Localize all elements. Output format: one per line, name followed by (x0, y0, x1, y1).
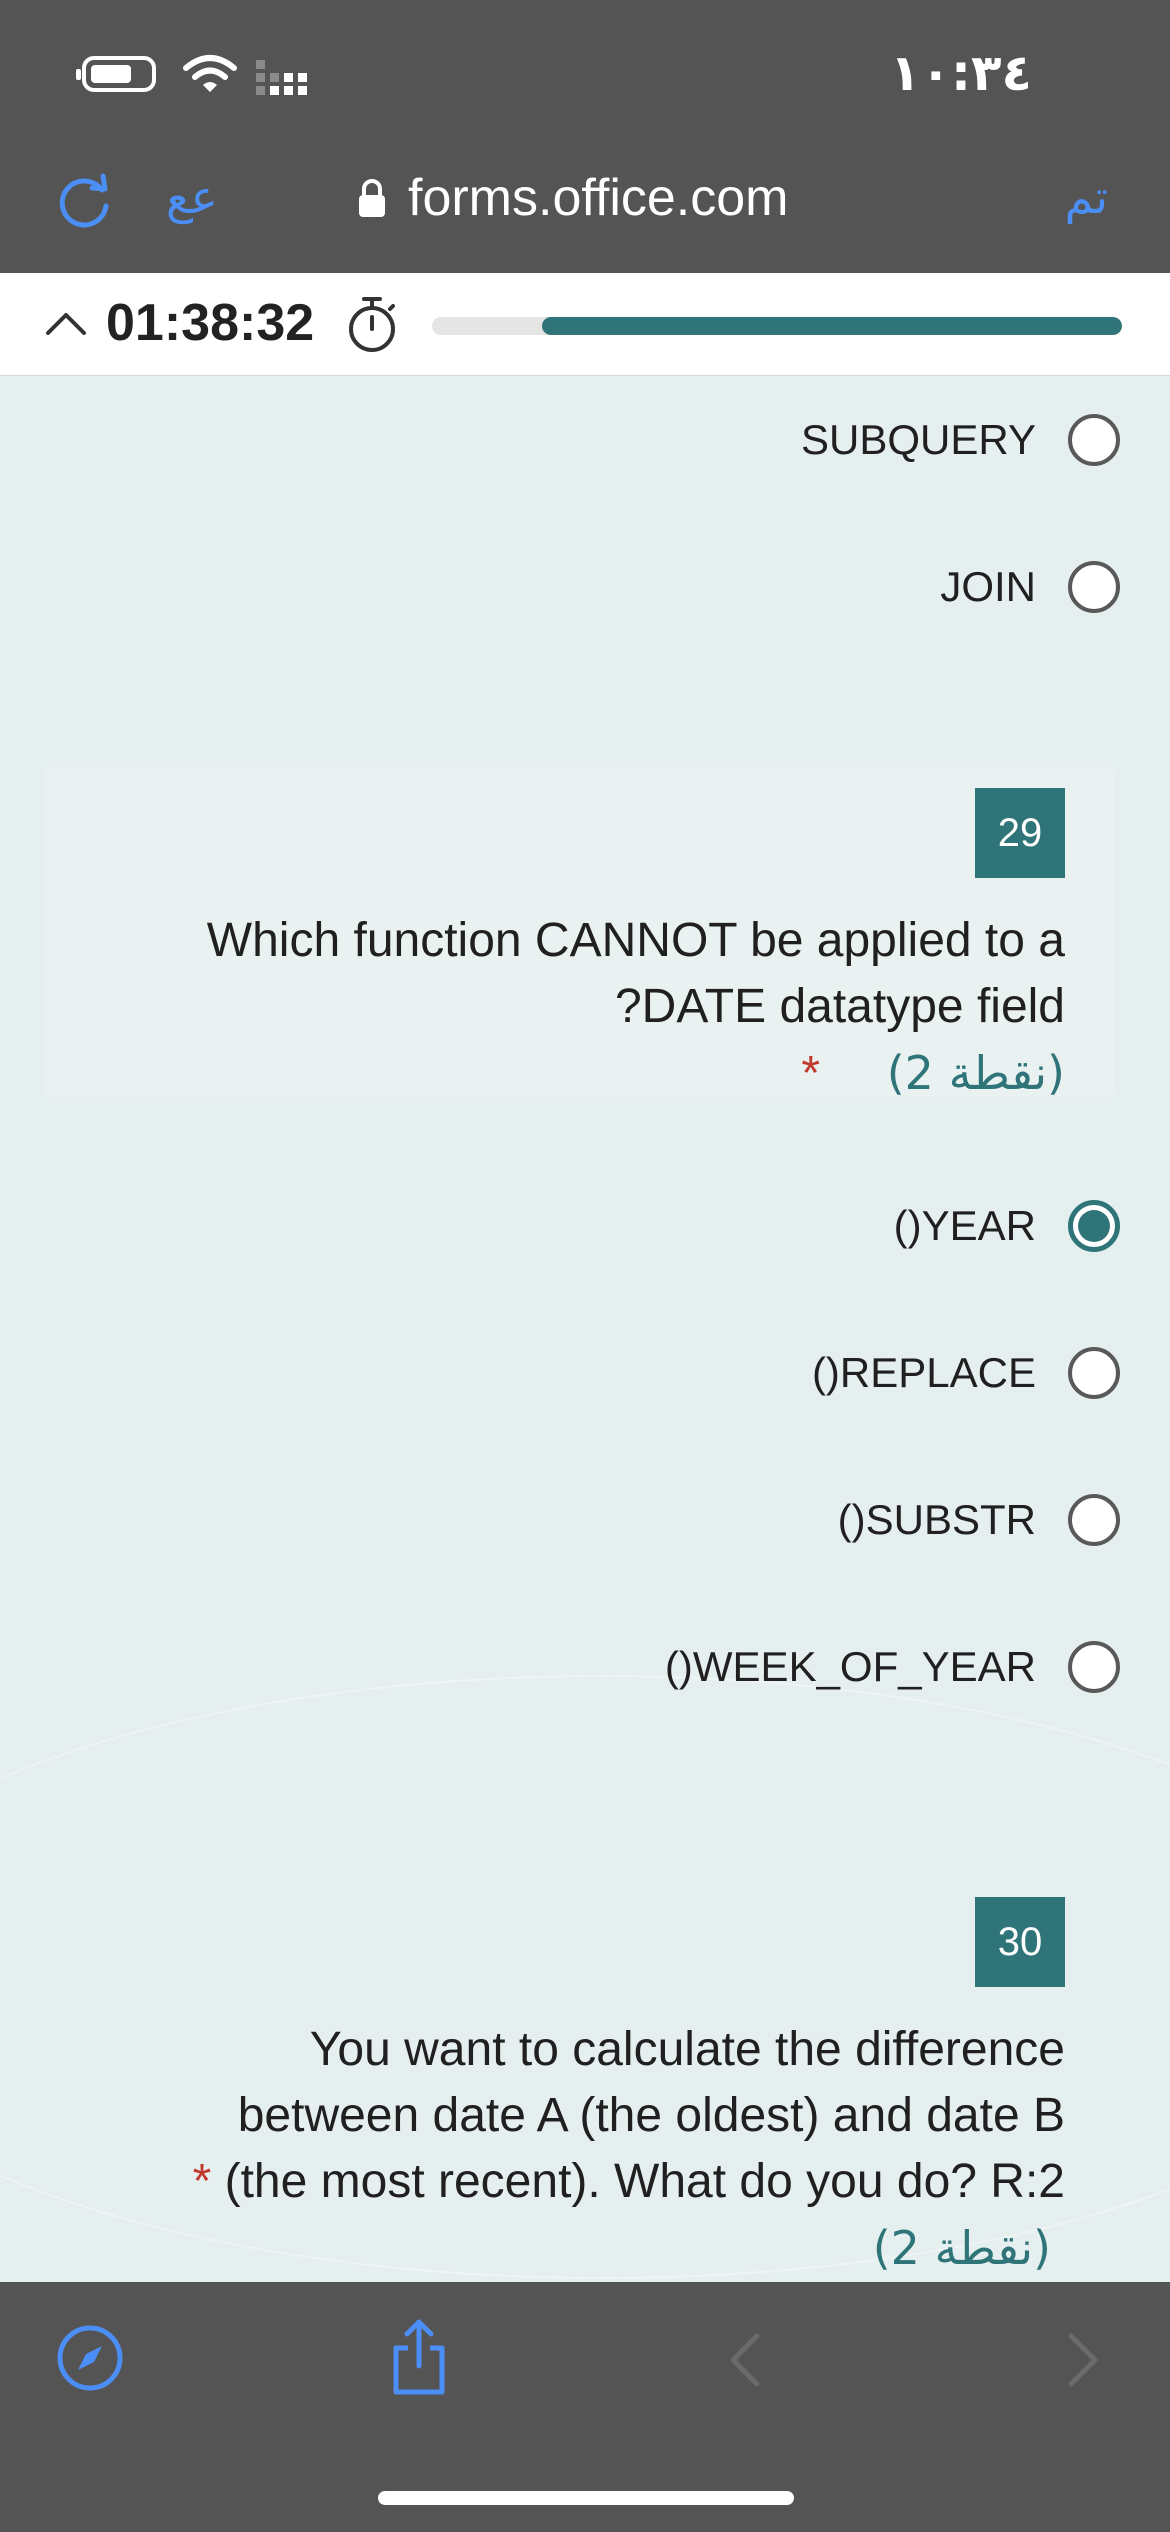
points-label: (2 نقطة) (886, 1046, 1065, 1100)
required-asterisk: * (192, 2155, 212, 2208)
compass-icon[interactable] (56, 2324, 124, 2392)
radio-button[interactable] (1068, 1641, 1120, 1693)
lock-icon (359, 179, 385, 217)
question-text-line: ?DATE datatype field (614, 980, 1065, 1033)
progress-bar-fill (542, 317, 1122, 335)
battery-icon (76, 56, 156, 92)
share-icon[interactable] (388, 2318, 450, 2396)
option-week-of-year[interactable]: ()WEEK_OF_YEAR (665, 1632, 1120, 1702)
points-label: (2 نقطة) (872, 2221, 1051, 2275)
reload-icon[interactable] (56, 172, 114, 230)
option-label: ()REPLACE (811, 1349, 1036, 1396)
option-label: ()WEEK_OF_YEAR (664, 1643, 1036, 1690)
option-label: SUBQUERY (801, 416, 1036, 463)
radio-button[interactable] (1068, 414, 1120, 466)
radio-button[interactable] (1068, 1494, 1120, 1546)
required-asterisk: * (801, 1047, 821, 1100)
option-year[interactable]: ()YEAR (894, 1191, 1120, 1261)
address-bar[interactable]: عع forms.office.com تم (0, 150, 1170, 250)
question-text-line: Which function CANNOT be applied to a (206, 914, 1065, 967)
text-size-button[interactable]: عع (166, 170, 218, 224)
radio-button-selected[interactable] (1068, 1200, 1120, 1252)
option-label: ()YEAR (893, 1202, 1036, 1249)
progress-bar (432, 317, 1122, 335)
option-replace[interactable]: ()REPLACE (812, 1338, 1120, 1408)
status-bar: ١٠:٣٤ (0, 0, 1170, 140)
radio-button[interactable] (1068, 561, 1120, 613)
wifi-icon (183, 55, 237, 92)
question-number: 29 (975, 788, 1065, 878)
forward-icon[interactable] (1063, 2330, 1103, 2390)
question-text-line: between date A (the oldest) and date B (237, 2089, 1065, 2142)
browser-chrome-top: ١٠:٣٤ عع forms.office.com تم (0, 0, 1170, 273)
home-indicator[interactable] (378, 2491, 794, 2505)
option-join[interactable]: JOIN (940, 552, 1120, 622)
option-label: ()SUBSTR (837, 1496, 1036, 1543)
status-time: ١٠:٣٤ (889, 44, 1032, 102)
done-button[interactable]: تم (1065, 170, 1108, 224)
question-text-line: You want to calculate the difference (309, 2023, 1065, 2076)
form-content: SUBQUERY JOIN 29 Which function CANNOT b… (0, 375, 1170, 2282)
radio-button[interactable] (1068, 1347, 1120, 1399)
option-subquery[interactable]: SUBQUERY (801, 405, 1120, 475)
timer-bar: 01:38:32 (0, 273, 1170, 376)
back-icon[interactable] (725, 2330, 765, 2390)
chevron-up-icon[interactable] (44, 307, 88, 337)
signal-icon (256, 60, 307, 95)
timer-text: 01:38:32 (106, 294, 315, 352)
url-text[interactable]: forms.office.com (408, 168, 788, 228)
option-label: JOIN (940, 563, 1036, 610)
option-substr[interactable]: ()SUBSTR (838, 1485, 1120, 1555)
stopwatch-icon (349, 297, 395, 352)
question-text: Which function CANNOT be applied to a ?D… (207, 908, 1065, 1107)
question-text-line: (the most recent). What do you do? R:2 (224, 2155, 1065, 2208)
question-number: 30 (975, 1897, 1065, 1987)
question-text: You want to calculate the difference bet… (193, 2017, 1065, 2282)
